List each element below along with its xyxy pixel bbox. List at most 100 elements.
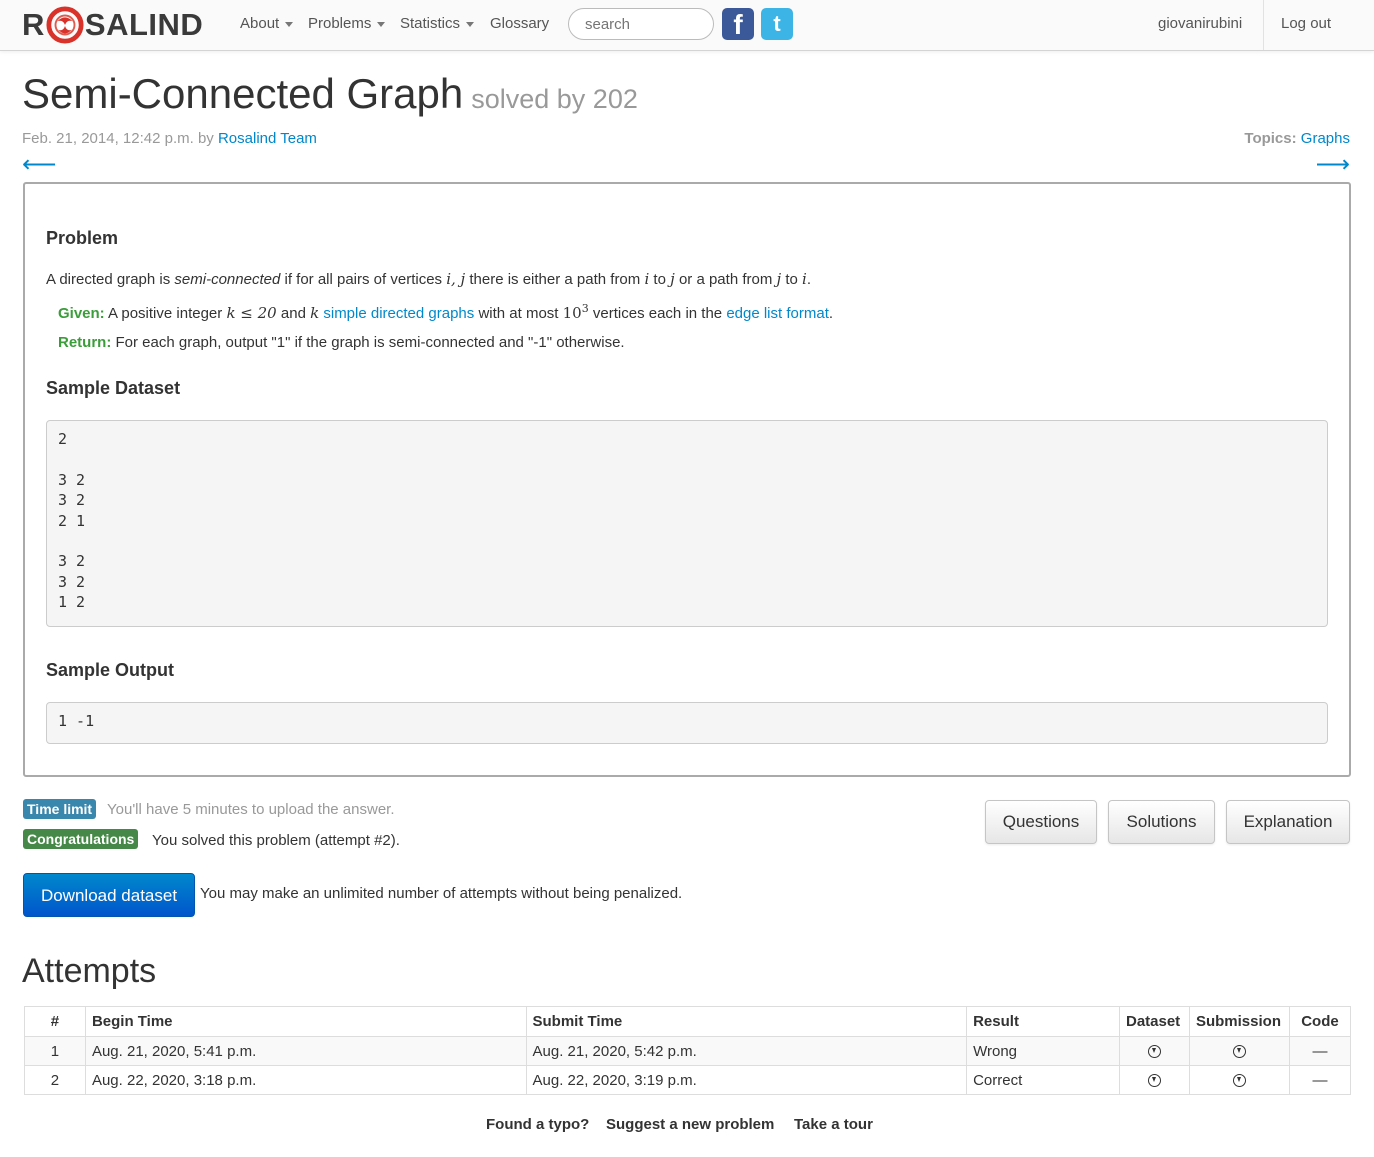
table-row: 1 Aug. 21, 2020, 5:41 p.m. Aug. 21, 2020… [24, 1036, 1352, 1066]
found-typo-link[interactable]: Found a typo? [486, 1116, 589, 1133]
statement-text: to [781, 271, 803, 288]
nav-problems[interactable]: Problems [308, 15, 386, 32]
simple-directed-graphs-link[interactable]: simple directed graphs [323, 305, 474, 322]
next-problem-arrow-icon[interactable]: ⟶ [1316, 150, 1350, 179]
caret-down-icon [377, 21, 386, 27]
download-icon[interactable] [1147, 1074, 1161, 1088]
nav-problems-label: Problems [308, 15, 372, 32]
search-input[interactable] [568, 8, 714, 40]
rosalind-logo[interactable]: R SALIND [22, 4, 203, 46]
statement-text: . [806, 271, 811, 288]
math-expression: 10 [562, 304, 582, 322]
download-icon[interactable] [1147, 1045, 1161, 1059]
problem-box: Problem A directed graph is semi-connect… [23, 182, 1351, 777]
logout-link[interactable]: Log out [1281, 15, 1331, 32]
time-limit-text: You'll have 5 minutes to upload the answ… [107, 801, 395, 818]
author-link[interactable]: Rosalind Team [218, 130, 317, 147]
math-expression: k ≤ 20 [226, 304, 277, 322]
nav-statistics[interactable]: Statistics [400, 15, 475, 32]
given-text: vertices each in the [588, 305, 727, 322]
congratulations-badge: Congratulations [23, 829, 139, 849]
dataset-cell [1118, 1036, 1190, 1066]
statement-text: or a path from [674, 271, 777, 288]
solutions-button[interactable]: Solutions [1108, 800, 1215, 844]
begin-time: Aug. 21, 2020, 5:41 p.m. [84, 1036, 527, 1066]
column-header: Dataset [1118, 1006, 1190, 1037]
facebook-icon[interactable]: f [722, 8, 754, 40]
caret-down-icon [466, 21, 475, 27]
navbar: R SALIND About Problems Statistics Gloss… [0, 0, 1374, 51]
nav-glossary-label: Glossary [490, 15, 550, 32]
attempt-number: 2 [24, 1065, 86, 1095]
attempts-table: # Begin Time Submit Time Result Dataset … [24, 1006, 1352, 1095]
column-header: Code [1288, 1006, 1352, 1037]
take-tour-link[interactable]: Take a tour [794, 1116, 873, 1133]
problem-meta: Feb. 21, 2014, 12:42 p.m. by Rosalind Te… [22, 130, 317, 147]
nav-about[interactable]: About [240, 15, 294, 32]
time-limit-badge: Time limit [23, 799, 97, 819]
given-text: A positive integer [104, 305, 227, 322]
topics: Topics: Graphs [1244, 130, 1350, 147]
nav-statistics-label: Statistics [400, 15, 461, 32]
rosalind-rose-icon [46, 6, 84, 44]
solved-text: You solved this problem (attempt #2). [152, 832, 400, 849]
given-text: and [276, 305, 311, 322]
download-icon[interactable] [1232, 1045, 1246, 1059]
caret-down-icon [285, 21, 294, 27]
sample-output-heading: Sample Output [46, 660, 175, 680]
code-cell: — [1288, 1036, 1352, 1066]
nav-about-label: About [240, 15, 280, 32]
given-label: Given: [58, 305, 105, 322]
dataset-cell [1118, 1065, 1190, 1095]
questions-button[interactable]: Questions [985, 800, 1097, 844]
math-expression: i, j [446, 270, 466, 288]
problem-statement: A directed graph is semi-connected if fo… [46, 270, 811, 288]
statement-emphasis: semi-connected [174, 271, 281, 288]
statement-text: to [649, 271, 671, 288]
submit-time: Aug. 22, 2020, 3:19 p.m. [525, 1065, 968, 1095]
sample-dataset-block: 2 3 2 3 2 2 1 3 2 3 2 1 2 [46, 420, 1328, 627]
statement-text: if for all pairs of vertices [280, 271, 447, 288]
column-header: Submission [1188, 1006, 1290, 1037]
twitter-icon[interactable]: t [761, 8, 793, 40]
column-header: Result [966, 1006, 1120, 1037]
submission-cell [1188, 1065, 1290, 1095]
attempt-number: 1 [24, 1036, 86, 1066]
column-header: Begin Time [84, 1006, 527, 1037]
result: Correct [966, 1065, 1120, 1095]
begin-time: Aug. 22, 2020, 3:18 p.m. [84, 1065, 527, 1095]
prev-problem-arrow-icon[interactable]: ⟵ [22, 150, 56, 179]
given-statement: Given: A positive integer k ≤ 20 and k s… [58, 302, 833, 322]
attempts-heading: Attempts [22, 952, 157, 990]
table-row: 2 Aug. 22, 2020, 3:18 p.m. Aug. 22, 2020… [24, 1065, 1352, 1095]
topics-label: Topics: [1244, 130, 1297, 147]
nav-glossary[interactable]: Glossary [490, 15, 549, 32]
submission-cell [1188, 1036, 1290, 1066]
return-text: For each graph, output "1" if the graph … [111, 334, 625, 351]
result: Wrong [966, 1036, 1120, 1066]
sample-output-block: 1 -1 [46, 702, 1328, 744]
explanation-button[interactable]: Explanation [1226, 800, 1350, 844]
math-expression: k [310, 304, 320, 322]
edge-list-format-link[interactable]: edge list format [726, 305, 829, 322]
submit-time: Aug. 21, 2020, 5:42 p.m. [525, 1036, 968, 1066]
download-icon[interactable] [1232, 1074, 1246, 1088]
page-title: Semi-Connected Graph solved by 202 [22, 70, 638, 118]
given-text: . [828, 305, 834, 322]
problem-title: Semi-Connected Graph [22, 70, 464, 117]
logo-text: SALIND [84, 7, 204, 42]
problem-date: Feb. 21, 2014, 12:42 p.m. by [22, 130, 214, 147]
logo-letter-r: R [22, 7, 45, 42]
suggest-problem-link[interactable]: Suggest a new problem [606, 1116, 774, 1133]
download-dataset-button[interactable]: Download dataset [23, 873, 195, 917]
column-header: # [24, 1006, 86, 1037]
return-statement: Return: For each graph, output "1" if th… [58, 334, 625, 351]
solved-by-link[interactable]: solved by 202 [471, 84, 638, 114]
topic-graphs-link[interactable]: Graphs [1301, 130, 1350, 147]
nav-divider [1263, 0, 1264, 50]
column-header: Submit Time [525, 1006, 968, 1037]
problem-heading: Problem [46, 228, 119, 248]
code-cell: — [1288, 1065, 1352, 1095]
statement-text: A directed graph is [46, 271, 175, 288]
user-link[interactable]: giovanirubini [1158, 15, 1242, 32]
